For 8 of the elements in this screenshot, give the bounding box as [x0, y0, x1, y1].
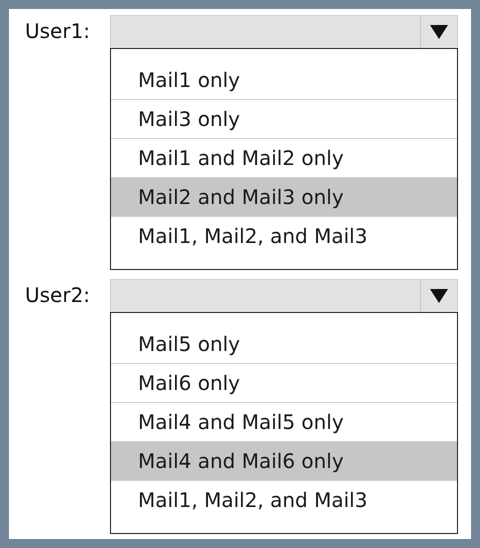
dropdown-option[interactable]: Mail4 and Mail6 only	[111, 441, 457, 480]
field-label: User1:	[25, 18, 92, 45]
field-label: User2:	[25, 282, 92, 309]
dropdown-option[interactable]: Mail2 and Mail3 only	[111, 177, 457, 216]
caret-icon	[430, 289, 448, 303]
dropdown-field[interactable]	[110, 15, 458, 48]
caret-icon	[430, 25, 448, 39]
dropdown-field[interactable]	[110, 279, 458, 312]
